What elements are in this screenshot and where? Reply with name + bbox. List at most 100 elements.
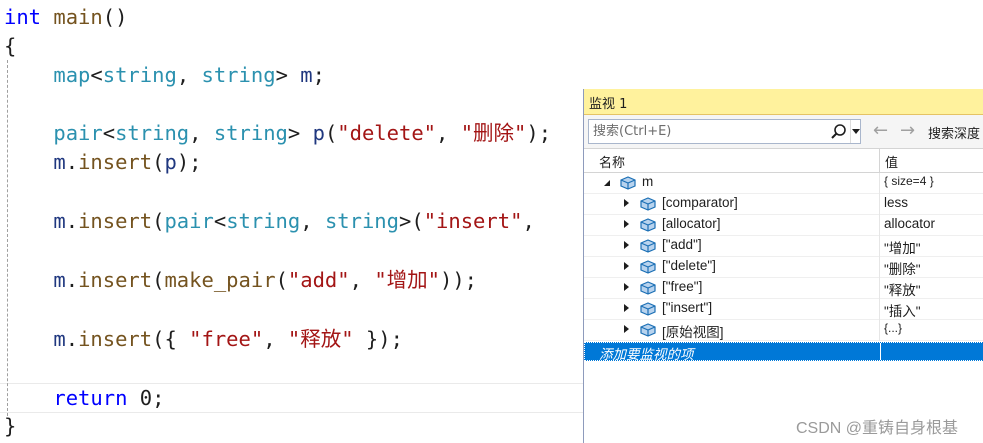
expand-arrow-icon[interactable] bbox=[624, 283, 629, 291]
code-token: int bbox=[4, 5, 42, 29]
code-token: "释放" bbox=[287, 327, 354, 351]
watch-row[interactable]: ["insert"] "插入" bbox=[584, 299, 983, 320]
code-line: map<string, string> m; bbox=[4, 60, 325, 90]
watch-window[interactable]: 监视 1 ← → 搜索深度 名称 值 m { size=4 } [comparato… bbox=[583, 89, 983, 443]
watch-row[interactable]: [allocator] allocator bbox=[584, 215, 983, 236]
code-token: < bbox=[102, 121, 116, 145]
watch-row[interactable]: ["delete"] "删除" bbox=[584, 257, 983, 278]
code-token: "delete" bbox=[337, 121, 437, 145]
code-token: , bbox=[436, 121, 461, 145]
code-token: ; bbox=[312, 63, 325, 87]
watch-item-name: ["free"] bbox=[662, 279, 703, 294]
code-token: map bbox=[53, 63, 91, 87]
column-separator bbox=[879, 320, 880, 341]
code-token: string bbox=[102, 63, 177, 87]
expand-arrow-icon[interactable] bbox=[624, 262, 629, 270]
watch-item-name: m bbox=[642, 174, 654, 189]
object-icon bbox=[639, 322, 657, 338]
code-token: ( bbox=[152, 150, 165, 174]
watch-toolbar: ← → 搜索深度 bbox=[584, 115, 983, 148]
watch-item-name: ["add"] bbox=[662, 237, 702, 252]
code-token: { bbox=[4, 34, 17, 58]
code-token: string bbox=[213, 121, 288, 145]
code-token: . bbox=[65, 150, 79, 174]
code-line: pair<string, string> p("delete", "删除"); bbox=[4, 118, 551, 148]
code-token: main bbox=[53, 5, 103, 29]
code-token: insert bbox=[78, 150, 153, 174]
code-line: m.insert({ "free", "释放" }); bbox=[4, 324, 403, 354]
code-token: , bbox=[176, 63, 202, 87]
code-token: ({ bbox=[152, 327, 190, 351]
watch-item-value: "释放" bbox=[884, 283, 921, 298]
watch-row[interactable]: [原始视图] {...} bbox=[584, 320, 983, 341]
code-token: insert bbox=[78, 268, 153, 292]
code-token: string bbox=[115, 121, 190, 145]
arrow-right-icon[interactable]: → bbox=[900, 119, 915, 143]
code-token: 0 bbox=[139, 386, 153, 410]
watch-row[interactable]: ["add"] "增加" bbox=[584, 236, 983, 257]
chevron-down-icon bbox=[852, 129, 860, 134]
watch-title-bar[interactable]: 监视 1 bbox=[584, 89, 983, 115]
code-token: < bbox=[90, 63, 103, 87]
expand-arrow-icon[interactable] bbox=[624, 199, 629, 207]
expand-arrow-icon[interactable] bbox=[624, 304, 629, 312]
watch-item-name: ["delete"] bbox=[662, 258, 716, 273]
code-line: { bbox=[4, 31, 16, 61]
code-token: , bbox=[189, 121, 214, 145]
code-line: int main() bbox=[4, 2, 127, 32]
watch-item-name: [原始视图] bbox=[662, 325, 724, 340]
expand-arrow-open-icon[interactable] bbox=[604, 180, 610, 186]
add-watch-item-label: 添加要监视的项 bbox=[599, 347, 694, 363]
column-separator bbox=[879, 299, 880, 320]
code-token: m bbox=[300, 63, 313, 87]
watch-item-value: allocator bbox=[884, 216, 936, 231]
code-token: m bbox=[53, 327, 66, 351]
column-separator bbox=[879, 194, 880, 215]
column-name-header[interactable]: 名称 bbox=[599, 152, 625, 171]
code-line: } bbox=[4, 411, 16, 441]
code-token: > bbox=[287, 121, 313, 145]
watch-row[interactable]: [comparator] less bbox=[584, 194, 983, 215]
column-separator bbox=[880, 343, 881, 360]
code-token: ; bbox=[152, 386, 165, 410]
arrow-left-icon[interactable]: ← bbox=[873, 119, 888, 143]
object-icon bbox=[639, 238, 657, 254]
watch-row[interactable]: m { size=4 } bbox=[584, 173, 983, 194]
code-token: ( bbox=[275, 268, 288, 292]
expand-arrow-icon[interactable] bbox=[624, 220, 629, 228]
code-token: pair bbox=[164, 209, 214, 233]
code-token: string bbox=[201, 63, 276, 87]
expand-arrow-icon[interactable] bbox=[624, 241, 629, 249]
code-token: >( bbox=[399, 209, 424, 233]
code-line: return 0; bbox=[4, 383, 164, 413]
add-watch-item-row[interactable]: 添加要监视的项 bbox=[584, 342, 983, 363]
search-depth-label[interactable]: 搜索深度 bbox=[928, 123, 980, 142]
expand-arrow-icon[interactable] bbox=[624, 325, 629, 333]
watch-title: 监视 1 bbox=[589, 97, 628, 112]
code-token: . bbox=[65, 268, 79, 292]
code-token: ); bbox=[526, 121, 552, 145]
code-token: p bbox=[312, 121, 325, 145]
column-value-header[interactable]: 值 bbox=[885, 152, 898, 171]
watch-rows: m { size=4 } [comparator] less [allocator] al… bbox=[584, 173, 983, 341]
object-icon bbox=[639, 301, 657, 317]
search-options-dropdown[interactable] bbox=[850, 120, 861, 143]
code-token: )); bbox=[440, 268, 478, 292]
column-separator[interactable] bbox=[879, 149, 880, 173]
search-input[interactable] bbox=[589, 120, 829, 143]
code-token: make_pair bbox=[164, 268, 276, 292]
column-separator bbox=[879, 215, 880, 236]
object-icon bbox=[639, 196, 657, 212]
watch-column-header: 名称 值 bbox=[584, 148, 983, 173]
code-token: string bbox=[226, 209, 301, 233]
watermark: CSDN @重铸自身根基 bbox=[796, 420, 959, 437]
search-box[interactable] bbox=[588, 119, 861, 144]
watch-row[interactable]: ["free"] "释放" bbox=[584, 278, 983, 299]
search-icon[interactable] bbox=[830, 123, 848, 141]
object-icon bbox=[639, 280, 657, 296]
code-token: m bbox=[53, 209, 66, 233]
